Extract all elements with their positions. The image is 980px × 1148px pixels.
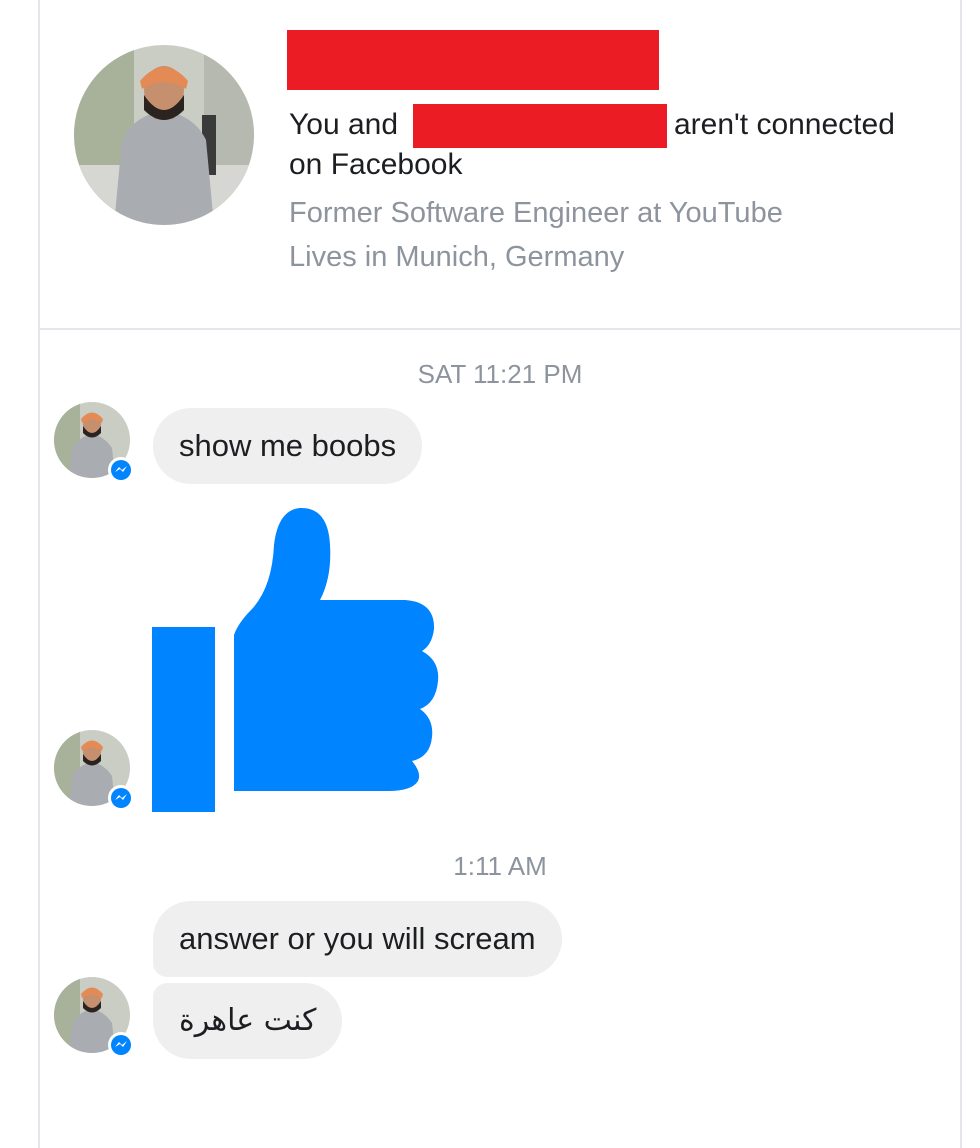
- messenger-conversation: You and aren't connected on Facebook For…: [0, 0, 980, 1148]
- timestamp: SAT 11:21 PM: [417, 359, 583, 389]
- thumbs-up-icon[interactable]: [150, 505, 440, 815]
- frame-border-right: [960, 0, 962, 1148]
- redacted-contact-name: [287, 30, 659, 90]
- profile-location: Lives in Munich, Germany: [289, 241, 625, 273]
- contact-avatar[interactable]: [54, 730, 136, 812]
- connection-status-suffix: aren't connected: [674, 108, 895, 141]
- message-bubble[interactable]: كنت عاهرة: [153, 983, 343, 1059]
- frame-border-left: [38, 0, 40, 1148]
- timestamp: 1:11 AM: [453, 851, 547, 881]
- profile-work: Former Software Engineer at YouTube: [289, 197, 783, 229]
- redacted-inline-name: [413, 104, 667, 148]
- contact-avatar[interactable]: [54, 977, 136, 1059]
- message-bubble[interactable]: answer or you will scream: [153, 901, 562, 977]
- message-bubble[interactable]: show me boobs: [153, 408, 423, 484]
- header-divider: [40, 328, 960, 330]
- connection-status-line2: on Facebook: [289, 148, 463, 181]
- profile-avatar[interactable]: [74, 45, 254, 225]
- contact-avatar[interactable]: [54, 402, 136, 484]
- connection-status-prefix: You and: [289, 108, 399, 141]
